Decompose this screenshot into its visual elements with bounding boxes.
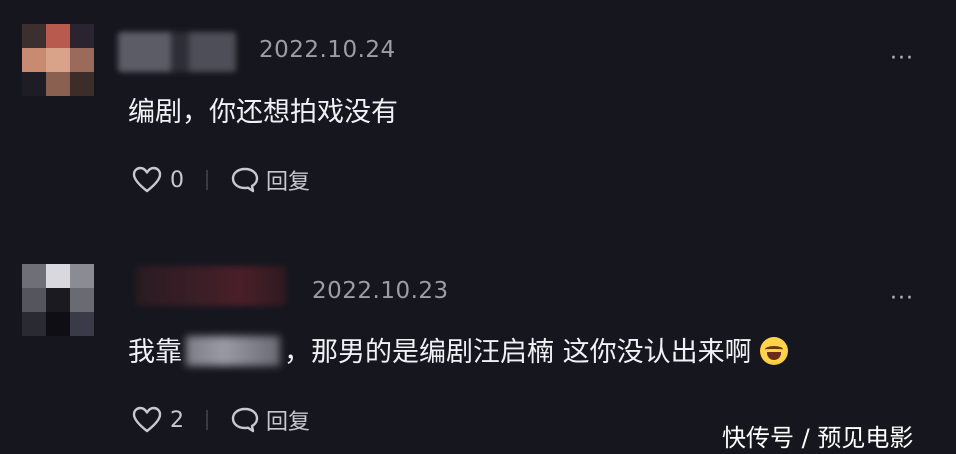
- username-blurred[interactable]: [136, 266, 286, 306]
- reply-button[interactable]: 回复: [266, 164, 310, 196]
- reply-icon[interactable]: [230, 406, 260, 434]
- blurred-mention: [186, 336, 280, 366]
- divider: [206, 170, 208, 190]
- like-count: 2: [170, 407, 184, 433]
- heart-icon[interactable]: [132, 166, 162, 194]
- comment-date: 2022.10.23: [312, 278, 449, 304]
- reply-button[interactable]: 回复: [266, 404, 310, 436]
- heart-icon[interactable]: [132, 406, 162, 434]
- avatar[interactable]: [22, 24, 94, 96]
- watermark-text: 快传号 / 预见电影: [722, 424, 914, 452]
- reply-icon[interactable]: [230, 166, 260, 194]
- comment-text: 编剧，你还想拍戏没有: [128, 97, 398, 128]
- comment-item: 2022.10.24 ··· 编剧，你还想拍戏没有 0 回复: [0, 0, 956, 240]
- divider: [206, 410, 208, 430]
- more-options-button[interactable]: ···: [890, 286, 914, 311]
- comment-text: 我靠 ，那男的是编剧汪启楠 这你没认出来啊: [128, 330, 788, 369]
- avatar[interactable]: [22, 264, 94, 336]
- more-options-button[interactable]: ···: [890, 46, 914, 71]
- like-count: 0: [170, 167, 184, 193]
- comment-actions: 2 回复: [132, 403, 310, 437]
- comment-text-prefix: 我靠: [128, 337, 182, 368]
- username-blurred[interactable]: [118, 32, 236, 72]
- comment-actions: 0 回复: [132, 163, 310, 197]
- comment-text-suffix: ，那男的是编剧汪启楠 这你没认出来啊: [284, 337, 752, 368]
- laughing-crying-emoji-icon: [759, 337, 788, 365]
- comment-date: 2022.10.24: [259, 37, 396, 63]
